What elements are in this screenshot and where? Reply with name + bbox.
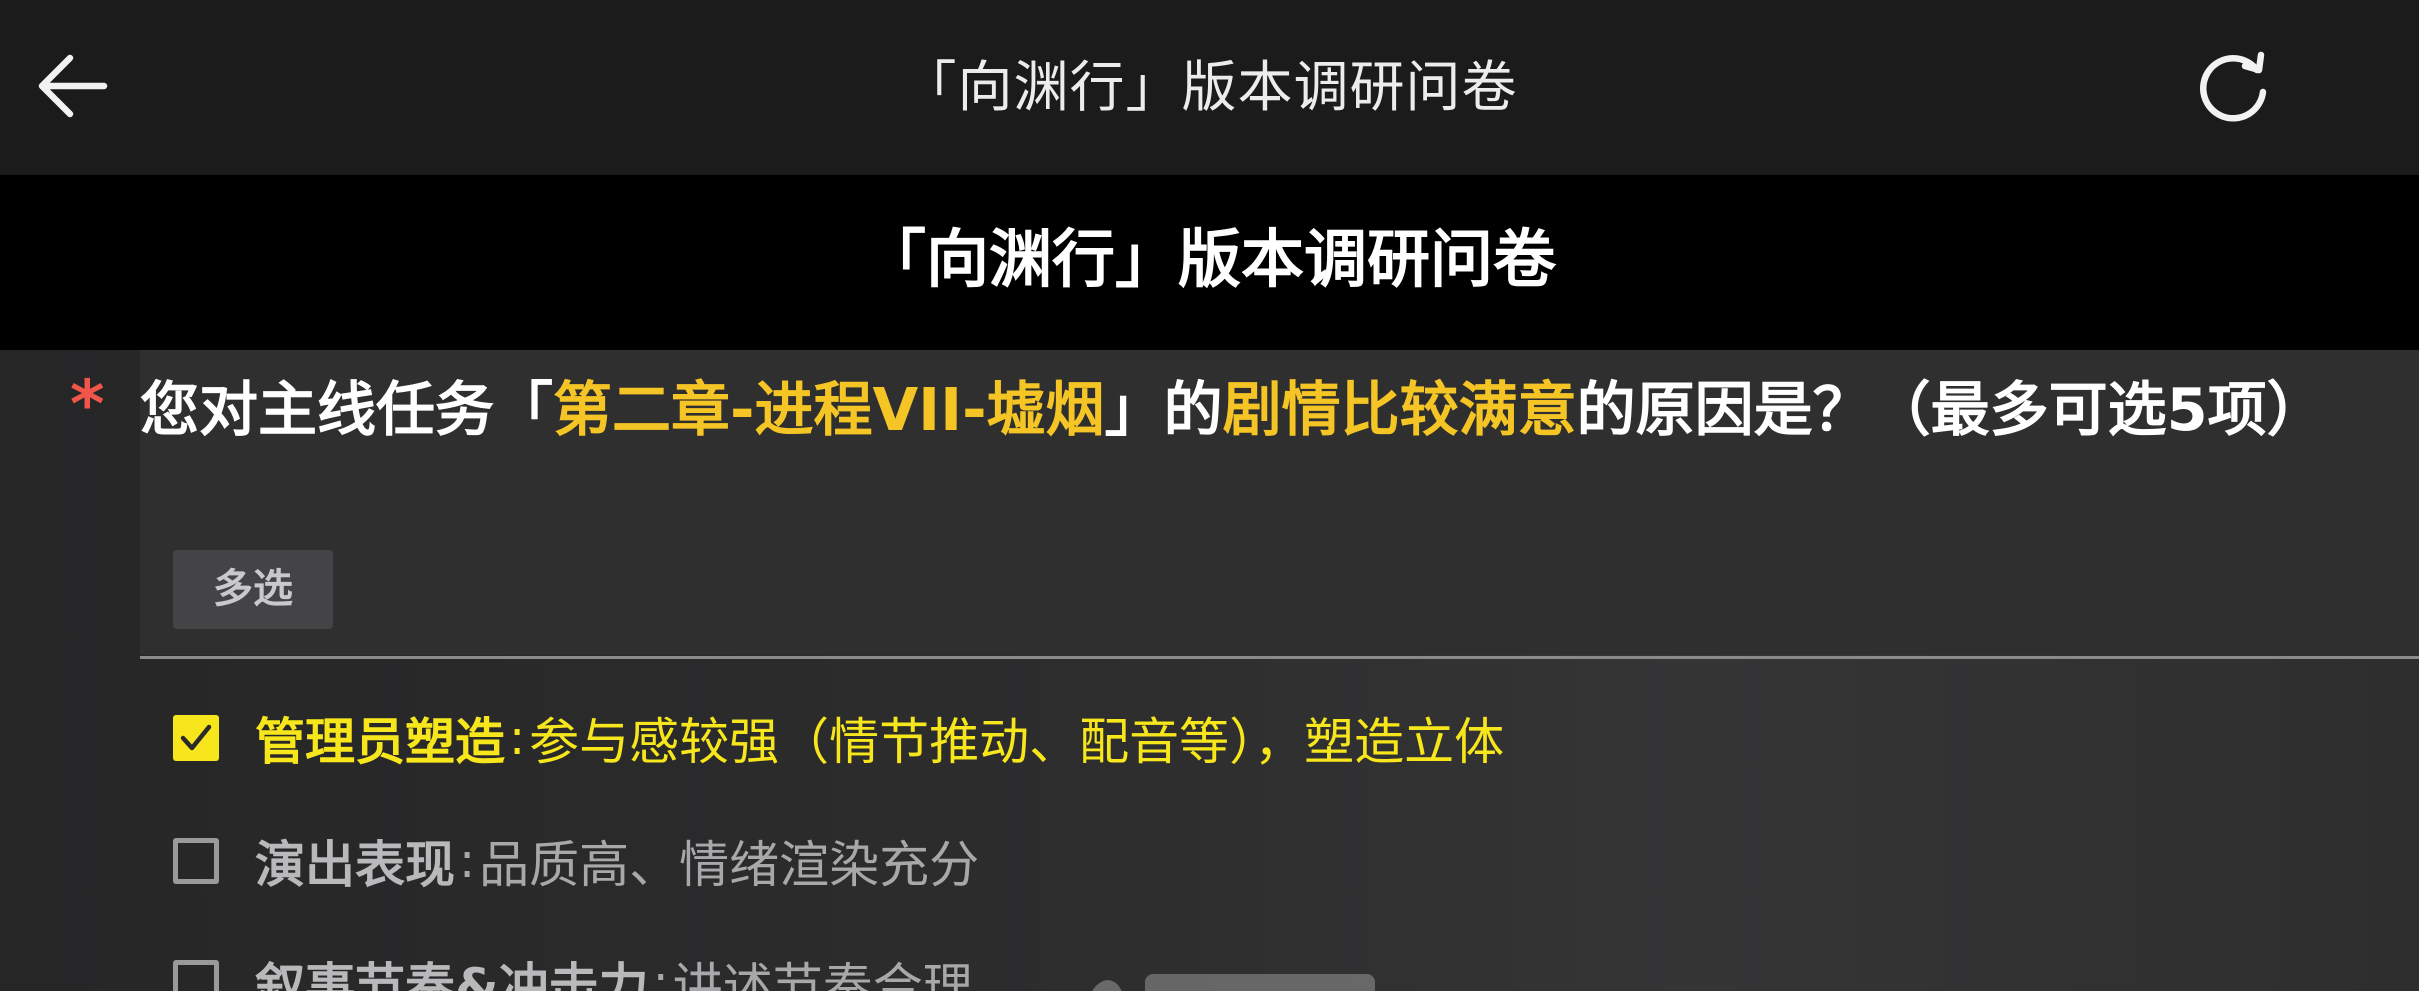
checkmark-icon xyxy=(180,724,212,751)
option-separator: : xyxy=(459,833,476,889)
option-description: 讲述节奏合理 xyxy=(672,958,973,991)
option-performance[interactable]: 演出表现: 品质高、情绪渲染充分 xyxy=(173,816,979,906)
checkbox-checked[interactable] xyxy=(173,715,219,761)
page-title: 「向渊行」版本调研问卷 xyxy=(901,55,1518,119)
option-admin-portrayal[interactable]: 管理员塑造: 参与感较强（情节推动、配音等），塑造立体 xyxy=(173,693,1504,783)
divider xyxy=(140,656,2419,659)
option-separator: : xyxy=(509,710,526,766)
question-text: 您对主线任务「第二章-进程VII-墟烟」的剧情比较满意的原因是？（最多可选5项） xyxy=(140,366,2390,453)
checkbox-unchecked[interactable] xyxy=(173,838,219,884)
watermark-logo xyxy=(1092,974,1375,991)
question-text-part: 的原因是？（最多可选5项） xyxy=(1576,375,2326,444)
option-description: 参与感较强（情节推动、配音等），塑造立体 xyxy=(529,713,1505,771)
question-text-part: 您对主线任务「 xyxy=(140,375,554,444)
option-narrative-pacing[interactable]: 叙事节奏&冲击力: 讲述节奏合理 xyxy=(173,938,973,991)
option-name: 叙事节奏&冲击力 xyxy=(255,958,649,991)
top-navigation-bar: 「向渊行」版本调研问卷 xyxy=(0,0,2419,175)
refresh-icon xyxy=(2200,51,2267,122)
question-highlight-chapter: 第二章-进程VII-墟烟 xyxy=(553,375,1105,444)
checkbox-unchecked[interactable] xyxy=(173,960,219,991)
survey-title: 「向渊行」版本调研问卷 xyxy=(863,223,1556,296)
question-highlight-satisfied: 剧情比较满意 xyxy=(1222,375,1577,444)
survey-banner: 「向渊行」版本调研问卷 xyxy=(0,175,2419,350)
option-name: 管理员塑造 xyxy=(255,713,505,771)
option-separator: : xyxy=(652,955,669,991)
refresh-button[interactable] xyxy=(2185,38,2285,133)
survey-content: * 您对主线任务「第二章-进程VII-墟烟」的剧情比较满意的原因是？（最多可选5… xyxy=(0,350,2419,991)
question-text-part: 」的 xyxy=(1104,375,1223,444)
option-description: 品质高、情绪渲染充分 xyxy=(479,836,980,894)
multi-select-tag: 多选 xyxy=(173,550,333,629)
option-name: 演出表现 xyxy=(255,836,455,894)
required-mark: * xyxy=(70,366,105,443)
